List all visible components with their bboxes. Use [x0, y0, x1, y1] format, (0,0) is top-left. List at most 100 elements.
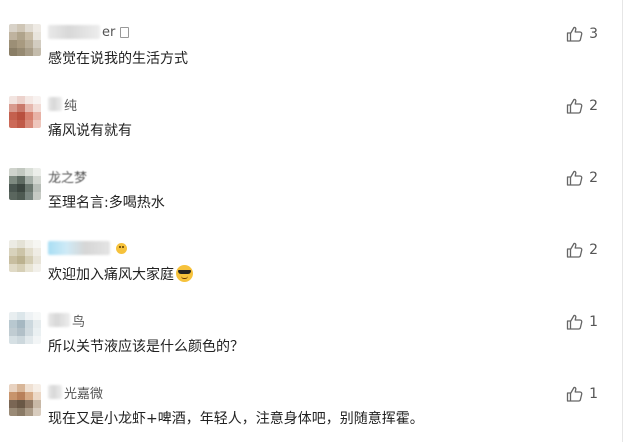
- author-name-suffix: er: [102, 24, 116, 40]
- like-count: 1: [589, 314, 598, 330]
- avatar-pixel: [25, 104, 33, 112]
- avatar-pixel: [25, 112, 33, 120]
- avatar-pixel: [17, 96, 25, 104]
- avatar-pixel: [17, 320, 25, 328]
- comment-text-content: 欢迎加入痛风大家庭: [48, 267, 174, 283]
- avatar-pixel: [9, 112, 17, 120]
- comment-text: 感觉在说我的生活方式: [48, 51, 188, 67]
- comment-list: er 感觉在说我的生活方式 3 纯 痛风说有就有 2 龙之梦 至理名言:多喝热水…: [0, 0, 623, 442]
- comment-author[interactable]: 纯: [48, 96, 77, 114]
- avatar-pixel: [25, 384, 33, 392]
- avatar-pixel: [25, 248, 33, 256]
- like-button[interactable]: 1: [566, 386, 598, 402]
- avatar-pixel: [9, 24, 17, 32]
- avatar-pixel: [33, 328, 41, 336]
- avatar-pixel: [9, 336, 17, 344]
- avatar-pixel: [33, 384, 41, 392]
- comment-text: 至理名言:多喝热水: [48, 195, 165, 211]
- avatar-pixel: [9, 168, 17, 176]
- avatar-pixel: [25, 264, 33, 272]
- avatar-pixel: [17, 408, 25, 416]
- avatar-pixel: [25, 320, 33, 328]
- avatar-pixel: [17, 384, 25, 392]
- comment-author[interactable]: er: [48, 24, 130, 40]
- comment-text: 现在又是小龙虾+啤酒，年轻人，注意身体吧，别随意挥霍。: [48, 411, 424, 427]
- avatar-pixel: [25, 192, 33, 200]
- blurred-username: [48, 313, 70, 327]
- like-count: 3: [589, 26, 598, 42]
- blurred-username: [48, 25, 100, 39]
- avatar-pixel: [9, 400, 17, 408]
- like-button[interactable]: 2: [566, 242, 598, 258]
- avatar-pixel: [33, 168, 41, 176]
- avatar-pixel: [25, 176, 33, 184]
- comment-author[interactable]: [48, 240, 127, 256]
- avatar-pixel: [33, 48, 41, 56]
- avatar-pixel: [17, 120, 25, 128]
- avatar-pixel: [25, 96, 33, 104]
- like-count: 2: [589, 98, 598, 114]
- avatar-pixel: [25, 336, 33, 344]
- avatar-pixel: [33, 112, 41, 120]
- sunglasses-emoji-icon: [176, 265, 193, 282]
- avatar-pixel: [33, 176, 41, 184]
- avatar-pixel: [17, 24, 25, 32]
- blurred-username: [48, 97, 62, 111]
- avatar-pixel: [17, 48, 25, 56]
- like-button[interactable]: 3: [566, 26, 598, 42]
- avatar-pixel: [25, 24, 33, 32]
- avatar-pixel: [33, 24, 41, 32]
- like-button[interactable]: 2: [566, 170, 598, 186]
- comment-item: 鸟 所以关节液应该是什么颜色的？ 1: [0, 306, 622, 378]
- comment-item: er 感觉在说我的生活方式 3: [0, 18, 622, 90]
- avatar-pixel: [9, 120, 17, 128]
- avatar-pixel: [25, 392, 33, 400]
- smile-emoji-icon: [116, 242, 127, 254]
- avatar-pixel: [17, 400, 25, 408]
- avatar-pixel: [25, 184, 33, 192]
- avatar-pixel: [33, 256, 41, 264]
- comment-author[interactable]: 鸟: [48, 312, 85, 330]
- avatar[interactable]: [9, 312, 41, 344]
- avatar-pixel: [33, 336, 41, 344]
- avatar-pixel: [25, 48, 33, 56]
- avatar-pixel: [17, 240, 25, 248]
- avatar-pixel: [25, 256, 33, 264]
- avatar-pixel: [33, 192, 41, 200]
- avatar-pixel: [17, 248, 25, 256]
- avatar-pixel: [33, 248, 41, 256]
- avatar-pixel: [9, 176, 17, 184]
- avatar-pixel: [33, 40, 41, 48]
- avatar-pixel: [17, 328, 25, 336]
- avatar-pixel: [33, 320, 41, 328]
- avatar-pixel: [9, 40, 17, 48]
- avatar[interactable]: [9, 240, 41, 272]
- avatar-pixel: [25, 240, 33, 248]
- avatar-pixel: [17, 176, 25, 184]
- avatar-pixel: [9, 384, 17, 392]
- like-count: 2: [589, 170, 598, 186]
- avatar-pixel: [9, 96, 17, 104]
- thumbs-up-icon: [566, 170, 583, 186]
- avatar-pixel: [17, 184, 25, 192]
- avatar[interactable]: [9, 24, 41, 56]
- comment-text: 所以关节液应该是什么颜色的？: [48, 339, 244, 355]
- avatar-pixel: [17, 104, 25, 112]
- avatar[interactable]: [9, 168, 41, 200]
- avatar-pixel: [9, 264, 17, 272]
- avatar-pixel: [9, 248, 17, 256]
- avatar-pixel: [33, 392, 41, 400]
- author-name-suffix: 龙之梦: [48, 170, 88, 186]
- avatar-pixel: [9, 104, 17, 112]
- avatar-pixel: [17, 264, 25, 272]
- avatar-pixel: [25, 408, 33, 416]
- avatar-pixel: [33, 184, 41, 192]
- comment-author[interactable]: 光嘉微: [48, 384, 103, 402]
- avatar-pixel: [9, 320, 17, 328]
- avatar[interactable]: [9, 384, 41, 416]
- like-button[interactable]: 2: [566, 98, 598, 114]
- comment-author[interactable]: 龙之梦: [48, 168, 88, 186]
- like-button[interactable]: 1: [566, 314, 598, 330]
- avatar-pixel: [25, 40, 33, 48]
- avatar[interactable]: [9, 96, 41, 128]
